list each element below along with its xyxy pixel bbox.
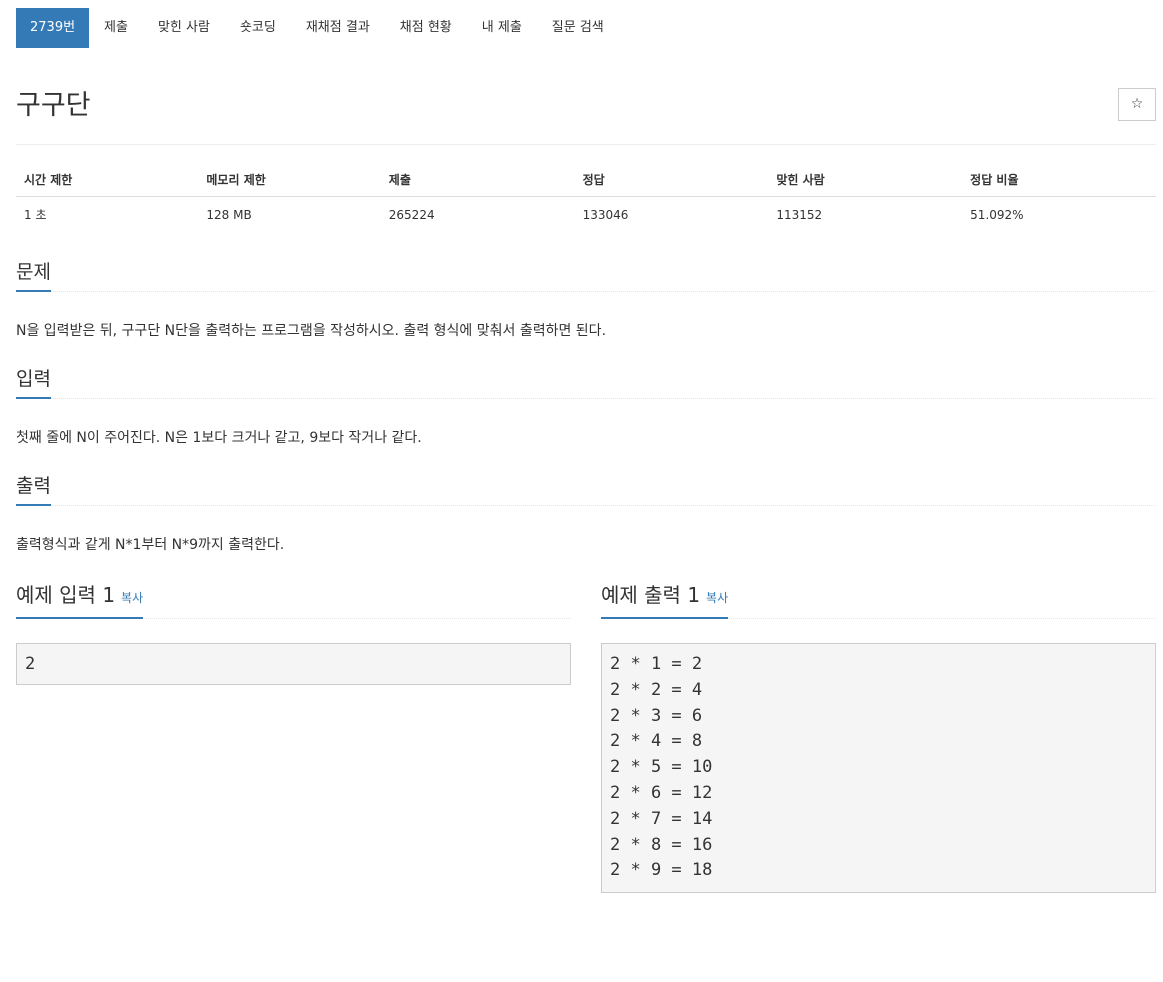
problem-section: 문제 N을 입력받은 뒤, 구구단 N단을 출력하는 프로그램을 작성하시오. …	[16, 259, 1156, 342]
input-description: 첫째 줄에 N이 주어진다. N은 1보다 크거나 같고, 9보다 작거나 같다…	[16, 430, 422, 446]
sample-output-data: 2 * 1 = 2 2 * 2 = 4 2 * 3 = 6 2 * 4 = 8 …	[601, 643, 1156, 894]
samples-area: 예제 입력 1 복사 2 예제 출력 1 복사 2 * 1 = 2 2 * 2 = …	[16, 582, 1156, 982]
sample-input-panel: 예제 입력 1 복사 2	[16, 582, 571, 685]
sample-input-header: 예제 입력 1 복사	[16, 582, 571, 619]
tab-judge-status[interactable]: 채점 현황	[385, 8, 467, 48]
problem-section-header: 문제	[16, 259, 1156, 292]
tab-my-submissions[interactable]: 내 제출	[467, 8, 537, 48]
info-value-row: 1 초 128 MB 265224 133046 113152 51.092%	[16, 197, 1156, 232]
problem-heading: 문제	[16, 259, 51, 292]
sample-output-panel: 예제 출력 1 복사 2 * 1 = 2 2 * 2 = 4 2 * 3 = 6 …	[601, 582, 1156, 894]
sample-output-header: 예제 출력 1 복사	[601, 582, 1156, 619]
header-time-limit: 시간 제한	[16, 171, 199, 197]
header-memory-limit: 메모리 제한	[198, 171, 381, 197]
tab-problem[interactable]: 2739번	[16, 8, 90, 48]
header-accept-ratio: 정답 비율	[962, 171, 1156, 197]
value-accepted: 133046	[582, 207, 629, 222]
value-submissions: 265224	[388, 207, 435, 222]
tab-short-coding[interactable]: 숏코딩	[225, 8, 291, 48]
tab-solved-users[interactable]: 맞힌 사람	[143, 8, 225, 48]
input-heading: 입력	[16, 366, 51, 399]
copy-sample-output-link[interactable]: 복사	[706, 591, 728, 605]
header-accepted: 정답	[574, 171, 769, 197]
sample-input-title: 예제 입력 1 복사	[16, 582, 144, 619]
output-description: 출력형식과 같게 N*1부터 N*9까지 출력한다.	[16, 537, 285, 553]
favorite-star-button[interactable]: ☆	[1118, 88, 1156, 121]
sample-input-data: 2	[16, 643, 571, 685]
header-submissions: 제출	[380, 171, 575, 197]
sample-input-heading: 예제 입력 1	[16, 583, 116, 607]
output-section-header: 출력	[16, 473, 1156, 506]
info-header-row: 시간 제한 메모리 제한 제출 정답 맞힌 사람 정답 비율	[16, 171, 1156, 197]
title-row: 구구단 ☆	[16, 48, 1156, 145]
output-heading: 출력	[16, 473, 51, 506]
problem-menu-tabs: 2739번 제출 맞힌 사람 숏코딩 재채점 결과 채점 현황 내 제출 질문 …	[16, 8, 1156, 48]
star-icon: ☆	[1130, 96, 1144, 112]
tab-submit[interactable]: 제출	[89, 8, 143, 48]
problem-description: N을 입력받은 뒤, 구구단 N단을 출력하는 프로그램을 작성하시오. 출력 …	[16, 323, 607, 339]
value-time-limit: 1 초	[24, 208, 47, 222]
tab-question-search[interactable]: 질문 검색	[537, 8, 619, 48]
problem-info-table: 시간 제한 메모리 제한 제출 정답 맞힌 사람 정답 비율 1 초 128 M…	[16, 171, 1156, 231]
value-solved-users: 113152	[776, 207, 823, 222]
input-section-header: 입력	[16, 366, 1156, 399]
tab-rejudge-results[interactable]: 재채점 결과	[291, 8, 385, 48]
page-title: 구구단	[16, 90, 91, 121]
value-accept-ratio: 51.092%	[970, 207, 1024, 222]
header-solved-users: 맞힌 사람	[768, 171, 963, 197]
input-section: 입력 첫째 줄에 N이 주어진다. N은 1보다 크거나 같고, 9보다 작거나…	[16, 366, 1156, 449]
sample-output-title: 예제 출력 1 복사	[601, 582, 729, 619]
sample-output-heading: 예제 출력 1	[601, 583, 701, 607]
copy-sample-input-link[interactable]: 복사	[121, 591, 143, 605]
output-section: 출력 출력형식과 같게 N*1부터 N*9까지 출력한다.	[16, 473, 1156, 556]
value-memory-limit: 128 MB	[206, 207, 252, 222]
